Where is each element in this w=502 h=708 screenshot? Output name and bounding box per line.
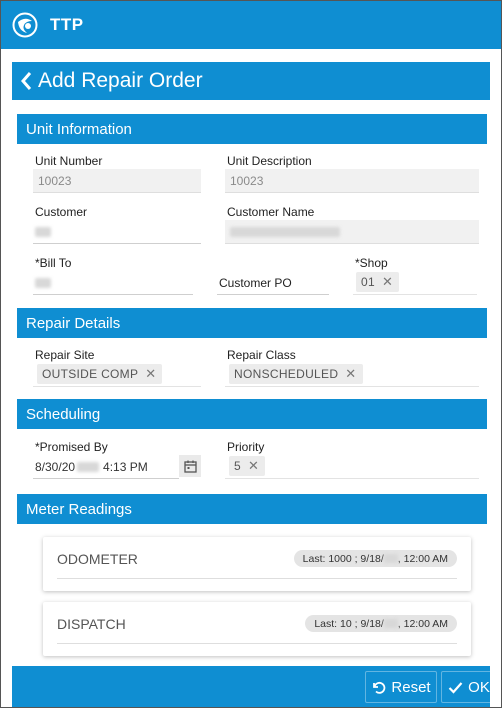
meter-last-reading: Last: 1000 ; 9/18/ , 12:00 AM [293, 550, 457, 567]
priority-label: Priority [227, 440, 265, 454]
customer-name-label: Customer Name [227, 205, 315, 219]
bill-to-label: *Bill To [35, 256, 72, 270]
repair-class-value: NONSCHEDULED [234, 367, 339, 381]
shop-field-underline [353, 294, 477, 295]
chevron-left-icon [21, 72, 32, 90]
check-icon [448, 681, 463, 694]
clear-x-icon[interactable]: ✕ [382, 274, 393, 290]
section-meter-readings: Meter Readings [17, 494, 487, 524]
repair-site-underline [33, 386, 201, 387]
repair-class-underline [225, 386, 479, 387]
footer-toolbar: Reset OK [12, 666, 497, 707]
bill-to-field[interactable] [33, 271, 193, 295]
meter-input-line[interactable] [57, 578, 457, 579]
clear-x-icon[interactable]: ✕ [145, 366, 156, 382]
ok-label: OK [468, 678, 490, 696]
page-title: Add Repair Order [38, 69, 203, 92]
priority-chip[interactable]: 5 ✕ [229, 456, 266, 476]
meter-last-text: Last: 10 ; 9/18/ [314, 617, 384, 630]
shop-label: *Shop [355, 256, 388, 270]
promised-by-date: 8/30/20 [35, 459, 76, 474]
app-logo-icon [12, 12, 38, 38]
customer-label: Customer [35, 205, 88, 219]
meter-last-text: Last: 1000 ; 9/18/ [302, 552, 384, 565]
unit-description-field: 10023 [225, 169, 479, 193]
promised-by-label: *Promised By [35, 440, 108, 454]
meter-name: DISPATCH [57, 616, 126, 632]
calendar-button[interactable] [179, 455, 201, 477]
reset-label: Reset [391, 678, 431, 696]
repair-class-chip[interactable]: NONSCHEDULED ✕ [229, 364, 363, 384]
redacted-year [77, 461, 100, 472]
redacted-customer [35, 226, 51, 237]
repair-site-label: Repair Site [35, 348, 95, 362]
meter-card-odometer[interactable]: ODOMETER Last: 1000 ; 9/18/ , 12:00 AM [43, 537, 471, 591]
clear-x-icon[interactable]: ✕ [248, 458, 259, 474]
calendar-icon [183, 460, 197, 473]
page-title-bar: Add Repair Order [12, 62, 490, 100]
shop-chip[interactable]: 01 ✕ [356, 272, 400, 292]
repair-site-value: OUTSIDE COMP [42, 367, 139, 381]
section-scheduling: Scheduling [17, 399, 487, 429]
meter-input-line[interactable] [57, 643, 457, 644]
unit-number-field: 10023 [33, 169, 201, 193]
meter-last-time: , 12:00 AM [397, 552, 448, 565]
shop-value: 01 [361, 275, 375, 289]
meter-card-dispatch[interactable]: DISPATCH Last: 10 ; 9/18/ , 12:00 AM [43, 602, 471, 656]
clear-x-icon[interactable]: ✕ [345, 366, 356, 382]
repair-class-label: Repair Class [227, 348, 296, 362]
priority-underline [225, 478, 479, 479]
app-name: TTP [50, 15, 84, 34]
unit-number-label: Unit Number [35, 154, 103, 168]
repair-site-chip[interactable]: OUTSIDE COMP ✕ [37, 364, 163, 384]
unit-description-label: Unit Description [227, 154, 312, 168]
redacted-bill-to [35, 277, 51, 288]
section-repair-details: Repair Details [17, 308, 487, 338]
ok-button[interactable]: OK [441, 671, 497, 703]
reset-icon [373, 681, 386, 694]
customer-name-field [225, 220, 479, 244]
section-unit-information: Unit Information [17, 114, 487, 144]
meter-last-time: , 12:00 AM [397, 617, 448, 630]
reset-button[interactable]: Reset [365, 671, 437, 703]
app-window: TTP Add Repair Order Unit Information Un… [0, 0, 502, 708]
priority-value: 5 [234, 459, 241, 473]
promised-by-time: 4:13 PM [103, 459, 148, 474]
redacted-customer-name [230, 226, 340, 237]
meter-last-reading: Last: 10 ; 9/18/ , 12:00 AM [305, 615, 457, 632]
back-button[interactable] [16, 69, 36, 93]
customer-po-field[interactable] [217, 271, 329, 295]
customer-field[interactable] [33, 220, 201, 244]
app-header: TTP [1, 1, 501, 49]
meter-name: ODOMETER [57, 551, 138, 567]
promised-by-field[interactable]: 8/30/20 4:13 PM [33, 455, 179, 479]
redacted-year [383, 619, 398, 628]
redacted-year [383, 554, 398, 563]
